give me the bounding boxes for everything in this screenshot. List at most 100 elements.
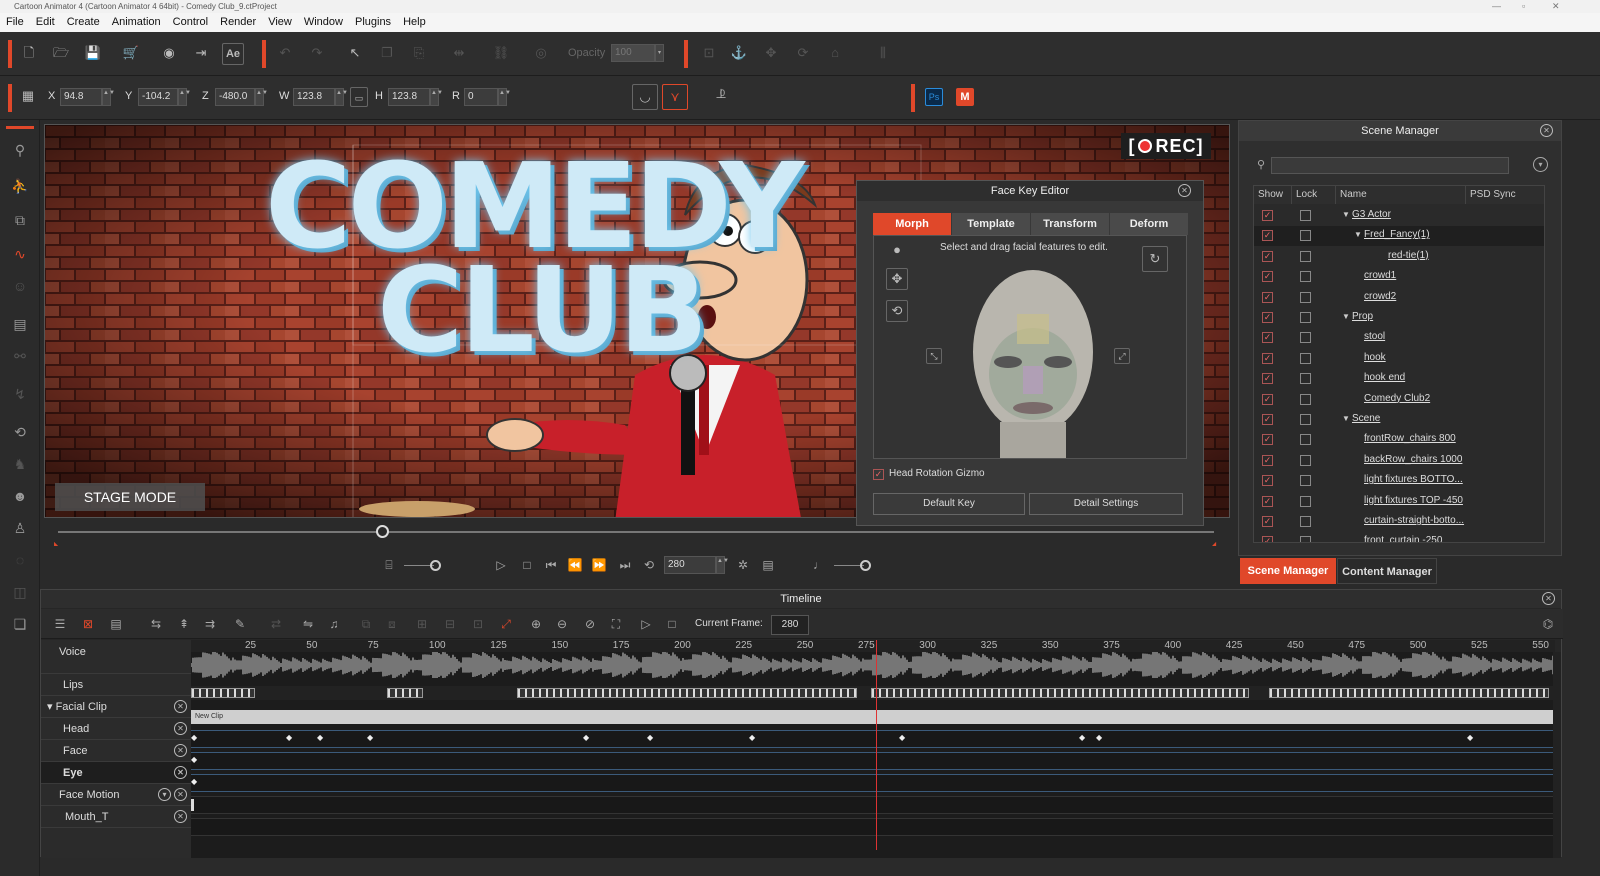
motion-clip-start[interactable] [191,799,194,811]
keyframe[interactable]: ◆ [286,733,292,742]
face-motion-remove-icon[interactable]: ✕ [174,788,187,801]
add-key-icon[interactable]: ⇞ [175,615,193,633]
flip-key-icon[interactable]: ⊟ [441,615,459,633]
opacity-input[interactable]: 100 [611,44,655,62]
current-frame-input[interactable]: 280 [771,615,809,635]
x-input[interactable]: 94.8 [60,88,102,106]
r-input[interactable]: 0 [464,88,498,106]
speed-handle[interactable] [860,560,871,571]
face-track-area[interactable]: ◆ [191,752,1555,770]
copy-icon[interactable]: ❐ [376,43,398,65]
menu-render[interactable]: Render [214,13,262,32]
show-checkbox[interactable]: ✓ [1262,332,1273,344]
preview-icon[interactable]: ◉ [158,43,180,65]
head-rotation-gizmo-checkbox[interactable]: ✓ [873,469,884,480]
keyframe[interactable]: ◆ [1079,733,1085,742]
scene-item-name[interactable]: backRow_chairs 1000 [1364,454,1462,465]
curve-edit-icon[interactable]: ⤢ [497,615,515,633]
h-spinner[interactable]: ▲▼ [430,88,443,106]
tab-scene-manager[interactable]: Scene Manager [1240,558,1336,584]
eye-remove-icon[interactable]: ✕ [174,766,187,779]
expand-icon[interactable]: ▾ [47,701,56,713]
scene-row[interactable]: ✓ crowd1 [1254,267,1544,287]
menu-file[interactable]: File [0,13,30,32]
y-spinner[interactable]: ▲▼ [178,88,191,106]
scene-row[interactable]: ✓ front_curtain -250 [1254,532,1544,542]
reset-face-icon[interactable]: ↻ [1142,246,1168,272]
track-facial-clip[interactable]: ▾ Facial Clip ✕ [41,696,191,718]
keyframe[interactable]: ◆ [367,733,373,742]
column-psd-sync[interactable]: PSD Sync [1466,186,1544,204]
keyframe[interactable]: ◆ [191,733,197,742]
menu-window[interactable]: Window [298,13,349,32]
show-checkbox[interactable]: ✓ [1262,352,1273,364]
show-checkbox[interactable]: ✓ [1262,536,1273,542]
eye-track-area[interactable]: ◆ [191,774,1555,792]
undo-icon[interactable]: ↶ [274,43,296,65]
tab-content-manager[interactable]: Content Manager [1337,558,1437,584]
lock-checkbox[interactable] [1300,230,1311,242]
key-next-icon[interactable]: ⇉ [201,615,219,633]
lock-checkbox[interactable] [1300,352,1311,364]
timeline-view-icon[interactable]: ⌬ [1539,615,1557,633]
column-name[interactable]: Name [1336,186,1466,204]
mouth-t-track-area[interactable] [191,818,1555,836]
lip-key-block[interactable] [871,688,1249,698]
show-checkbox[interactable]: ✓ [1262,291,1273,303]
scene-row[interactable]: ✓ hook [1254,349,1544,369]
duplicate-icon[interactable]: ❏ [10,614,30,634]
scene-row[interactable]: ✓ frontRow_chairs 800 [1254,430,1544,450]
tab-transform[interactable]: Transform [1031,213,1109,235]
reverse-key-icon[interactable]: ⊡ [469,615,487,633]
settings-icon[interactable]: ✲ [734,556,752,574]
scene-row[interactable]: ✓ backRow_chairs 1000 [1254,451,1544,471]
timeline-playhead[interactable] [876,640,877,850]
playback-options-icon[interactable]: ▤ [759,556,777,574]
facial-clip-remove-icon[interactable]: ✕ [174,700,187,713]
camera-icon[interactable]: ⊡ [698,43,720,65]
frame-input[interactable]: 280 [664,556,716,574]
face-motion-expand-icon[interactable]: ▾ [158,788,171,801]
link-icon[interactable]: ⛓ [490,43,512,65]
scene-item-name[interactable]: hook [1364,352,1386,363]
ae-export-icon[interactable]: Ae [222,43,244,65]
scene-item-name[interactable]: Comedy Club2 [1364,393,1430,404]
layout-icon[interactable]: ▤ [10,314,30,334]
tab-template[interactable]: Template [952,213,1030,235]
new-project-icon[interactable]: 🗋 [18,43,40,65]
menu-plugins[interactable]: Plugins [349,13,397,32]
z-spinner[interactable]: ▲▼ [255,88,268,106]
face-remove-icon[interactable]: ✕ [174,744,187,757]
physics-icon[interactable]: ♞ [10,454,30,474]
r-spinner[interactable]: ▲▼ [498,88,511,106]
keyframe[interactable]: ◆ [191,777,197,786]
left-gizmo-icon[interactable]: ⤡ [926,348,942,364]
rotate-feature-icon[interactable]: ⟲ [886,300,908,322]
zoom-range-icon[interactable]: ⊘ [581,615,599,633]
opacity-dropdown[interactable]: ▾ [655,44,664,62]
keyframe[interactable]: ◆ [899,733,905,742]
character-icon[interactable]: ⚲ [10,140,30,160]
scene-row[interactable]: ✓ ▼ Scene [1254,410,1544,430]
scene-row[interactable]: ✓ hook end [1254,369,1544,389]
open-project-icon[interactable]: 🗁 [50,43,72,65]
show-checkbox[interactable]: ✓ [1262,230,1273,242]
sprite-editor-icon[interactable]: ⧉ [10,210,30,230]
maximize-icon[interactable]: ▫ [1522,0,1525,13]
scene-item-name[interactable]: light fixtures TOP -450 [1364,495,1463,506]
puppet-icon[interactable]: ♙ [10,518,30,538]
content-store-icon[interactable]: 🛒 [120,43,142,65]
lip-key-block[interactable] [387,688,423,698]
lock-checkbox[interactable] [1300,393,1311,405]
expand-icon[interactable]: ▼ [1354,230,1362,239]
show-checkbox[interactable]: ✓ [1262,516,1273,527]
anchor-icon[interactable]: ⚓ [728,43,750,65]
scene-item-name[interactable]: red-tie(1) [1388,250,1429,261]
timeline-play-icon[interactable]: ▷ [637,615,655,633]
scene-row[interactable]: ✓ curtain-straight-botto... [1254,512,1544,532]
scene-item-name[interactable]: crowd2 [1364,291,1396,302]
head-select-icon[interactable]: ● [886,240,908,262]
column-lock[interactable]: Lock [1292,186,1336,204]
layer-menu-icon[interactable]: ▤ [107,615,125,633]
stop-icon[interactable]: □ [518,556,536,574]
